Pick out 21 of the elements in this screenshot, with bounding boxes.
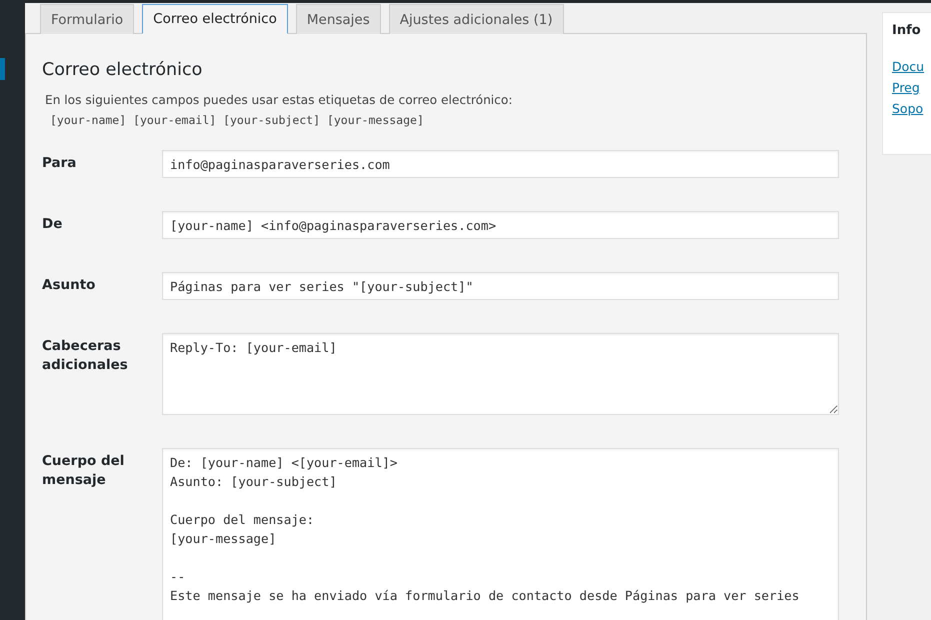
text-area[interactable]: De: [your-name] <[your-email]> Asunto: [your-subject] Cuerpo del mensaje: [your-message] -- Este mensaje se ha enviado vía formulario de contacto desde Páginas para ver series (162, 448, 839, 620)
tab[interactable]: Correo electrónico (142, 4, 288, 34)
info-title: Info (892, 23, 921, 38)
panel-title: Correo electrónico (42, 60, 204, 80)
info-link[interactable]: Preg (892, 80, 920, 95)
tab[interactable]: Formulario (40, 4, 134, 34)
text-area[interactable]: Reply-To: [your-email] (162, 333, 839, 415)
field-label: Cuerpo del mensaje (42, 452, 126, 490)
tab[interactable]: Mensajes (296, 4, 381, 34)
input-field[interactable]: [your-name] <info@paginasparaverseries.com> (162, 211, 839, 239)
input-field[interactable]: Páginas para ver series "[your-subject]" (162, 272, 839, 300)
info-link[interactable]: Docu (892, 59, 924, 74)
info-link[interactable]: Sopo (892, 101, 924, 116)
field-label: De (42, 215, 64, 234)
field-label: Asunto (42, 276, 96, 295)
field-label: Cabeceras adicionales (42, 337, 129, 375)
tab[interactable]: Ajustes adicionales (1) (388, 4, 564, 34)
field-label: Para (42, 154, 78, 173)
input-field[interactable]: info@paginasparaverseries.com (162, 150, 839, 178)
panel-description: En los siguientes campos puedes usar estas etiquetas de correo electrónico: (45, 93, 514, 107)
mail-tags: [your-name] [your-email] [your-subject] [your-message] (50, 113, 850, 127)
